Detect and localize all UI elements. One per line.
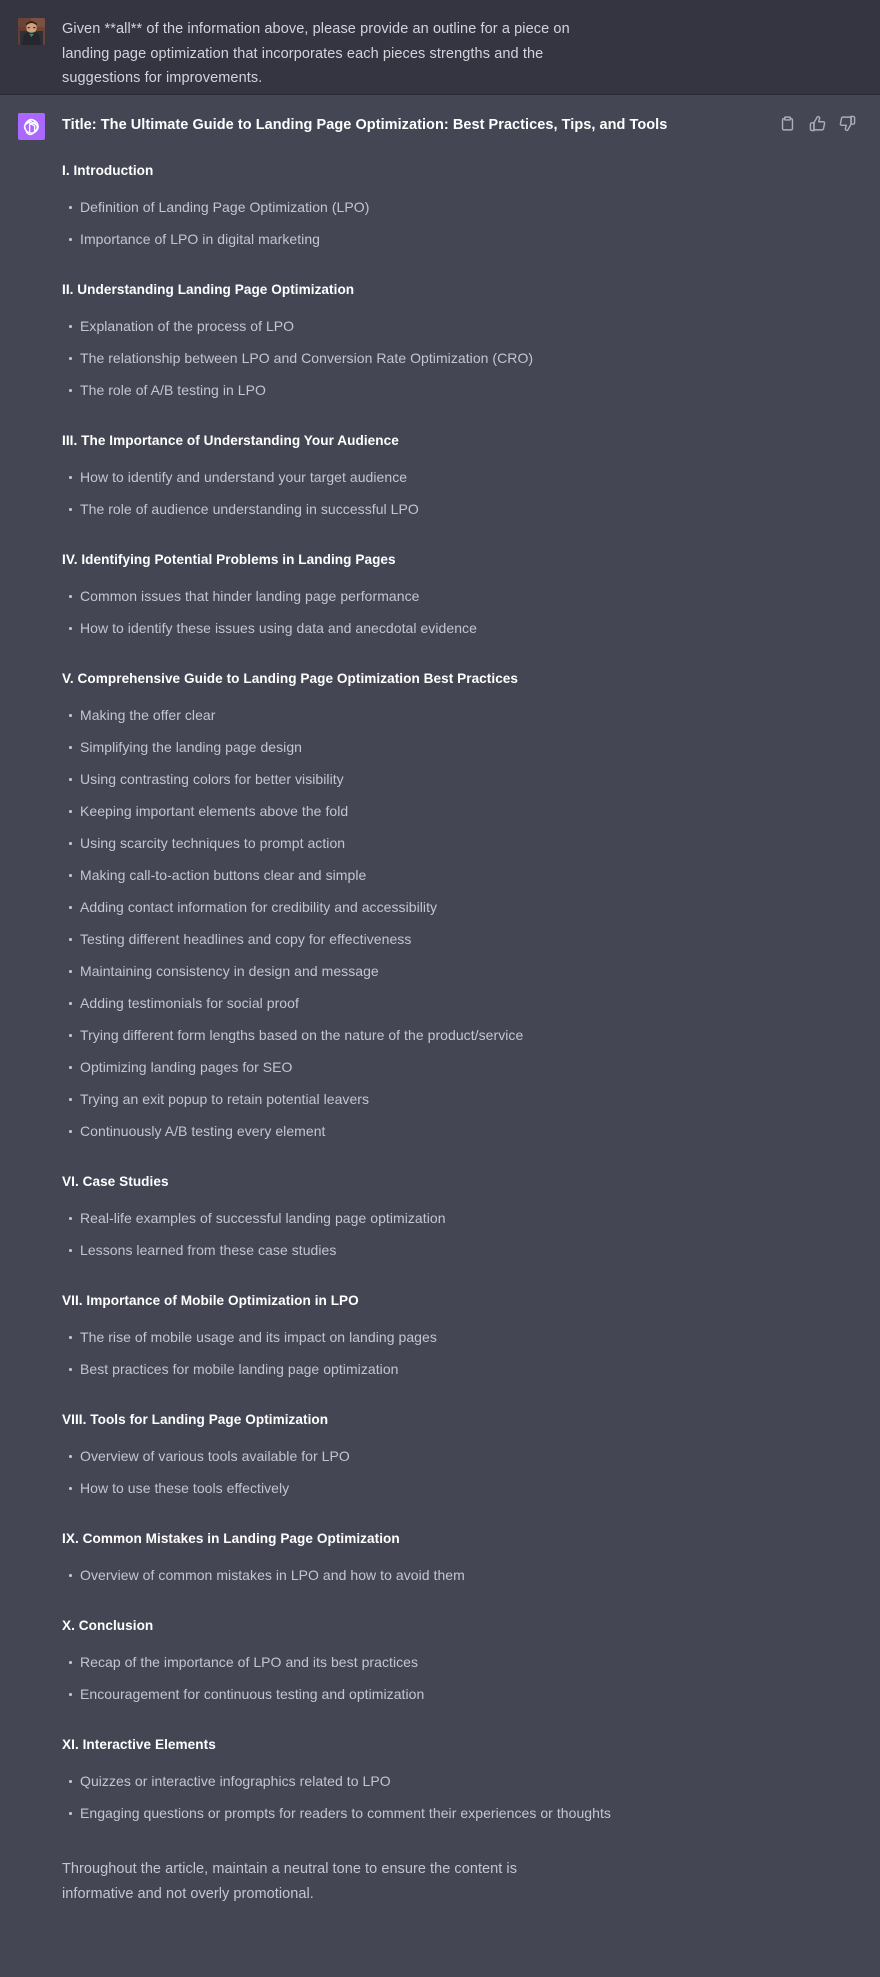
list-item: How to identify these issues using data … — [62, 612, 866, 644]
copy-icon[interactable] — [779, 115, 796, 132]
list-item: Maintaining consistency in design and me… — [62, 955, 866, 987]
response-outline-body: I. Introduction Definition of Landing Pag… — [62, 161, 866, 1829]
list-item: Trying an exit popup to retain potential… — [62, 1083, 866, 1115]
section-heading: X. Conclusion — [62, 1618, 154, 1633]
closing-paragraph: Throughout the article, maintain a neutr… — [62, 1861, 517, 1902]
section-heading: V. Comprehensive Guide to Landing Page O… — [62, 671, 519, 686]
user-message-row: Given **all** of the information above, … — [0, 0, 880, 95]
section-bullet-list: Making the offer clear Simplifying the la… — [62, 689, 866, 1147]
section-bullet-list: Explanation of the process of LPO The rel… — [62, 300, 866, 406]
thumbs-up-icon[interactable] — [809, 115, 826, 132]
list-item: Making the offer clear — [62, 699, 866, 731]
list-item: The relationship between LPO and Convers… — [62, 342, 866, 374]
list-item: Best practices for mobile landing page o… — [62, 1353, 866, 1385]
section-bullet-list: How to identify and understand your targ… — [62, 451, 866, 525]
response-title: Title: The Ultimate Guide to Landing Pag… — [62, 117, 668, 133]
list-item: Keeping important elements above the fol… — [62, 795, 866, 827]
list-item: Encouragement for continuous testing and… — [62, 1678, 866, 1710]
section-heading: XI. Interactive Elements — [62, 1737, 216, 1752]
section-bullet-list: Overview of common mistakes in LPO and h… — [62, 1549, 866, 1591]
list-item: Explanation of the process of LPO — [62, 310, 866, 342]
list-item: Engaging questions or prompts for reader… — [62, 1797, 866, 1829]
section-heading: I. Introduction — [62, 163, 154, 178]
section-bullet-list: Definition of Landing Page Optimization … — [62, 181, 866, 255]
list-item: Trying different form lengths based on t… — [62, 1019, 866, 1051]
assistant-message-row: Title: The Ultimate Guide to Landing Pag… — [0, 95, 880, 1952]
list-item: Using contrasting colors for better visi… — [62, 763, 866, 795]
list-item: Testing different headlines and copy for… — [62, 923, 866, 955]
list-item: Common issues that hinder landing page p… — [62, 580, 866, 612]
section-heading: VII. Importance of Mobile Optimization i… — [62, 1293, 359, 1308]
section-heading: II. Understanding Landing Page Optimizat… — [62, 282, 355, 297]
list-item: Overview of various tools available for … — [62, 1440, 866, 1472]
section-heading: III. The Importance of Understanding You… — [62, 433, 399, 448]
thumbs-down-icon[interactable] — [839, 115, 856, 132]
section-bullet-list: Real-life examples of successful landing… — [62, 1192, 866, 1266]
list-item: The role of audience understanding in su… — [62, 493, 866, 525]
list-item: Continuously A/B testing every element — [62, 1115, 866, 1147]
list-item: Real-life examples of successful landing… — [62, 1202, 866, 1234]
chatgpt-logo-icon — [18, 113, 45, 140]
list-item: How to identify and understand your targ… — [62, 461, 866, 493]
assistant-message-content: Title: The Ultimate Guide to Landing Pag… — [62, 112, 880, 1906]
section-bullet-list: Overview of various tools available for … — [62, 1430, 866, 1504]
list-item: Quizzes or interactive infographics rela… — [62, 1765, 866, 1797]
section-heading: IV. Identifying Potential Problems in La… — [62, 552, 396, 567]
user-avatar-column — [0, 17, 62, 45]
list-item: Adding contact information for credibili… — [62, 891, 866, 923]
section-heading: VIII. Tools for Landing Page Optimizatio… — [62, 1412, 329, 1427]
list-item: The role of A/B testing in LPO — [62, 374, 866, 406]
user-avatar-photo — [18, 18, 45, 45]
list-item: The rise of mobile usage and its impact … — [62, 1321, 866, 1353]
section-bullet-list: Quizzes or interactive infographics rela… — [62, 1755, 866, 1829]
user-message-content: Given **all** of the information above, … — [62, 17, 880, 91]
section-bullet-list: Common issues that hinder landing page p… — [62, 570, 866, 644]
section-bullet-list: The rise of mobile usage and its impact … — [62, 1311, 866, 1385]
list-item: Making call-to-action buttons clear and … — [62, 859, 866, 891]
list-item: Adding testimonials for social proof — [62, 987, 866, 1019]
section-heading: VI. Case Studies — [62, 1174, 169, 1189]
list-item: Definition of Landing Page Optimization … — [62, 191, 866, 223]
assistant-avatar-column — [0, 112, 62, 140]
list-item: Optimizing landing pages for SEO — [62, 1051, 866, 1083]
list-item: How to use these tools effectively — [62, 1472, 866, 1504]
assistant-header: Title: The Ultimate Guide to Landing Pag… — [62, 112, 866, 136]
message-actions — [779, 112, 866, 132]
list-item: Overview of common mistakes in LPO and h… — [62, 1559, 866, 1591]
section-bullet-list: Recap of the importance of LPO and its b… — [62, 1636, 866, 1710]
list-item: Recap of the importance of LPO and its b… — [62, 1646, 866, 1678]
user-message-text: Given **all** of the information above, … — [62, 21, 570, 86]
list-item: Importance of LPO in digital marketing — [62, 223, 866, 255]
list-item: Using scarcity techniques to prompt acti… — [62, 827, 866, 859]
list-item: Lessons learned from these case studies — [62, 1234, 866, 1266]
section-heading: IX. Common Mistakes in Landing Page Opti… — [62, 1531, 400, 1546]
list-item: Simplifying the landing page design — [62, 731, 866, 763]
